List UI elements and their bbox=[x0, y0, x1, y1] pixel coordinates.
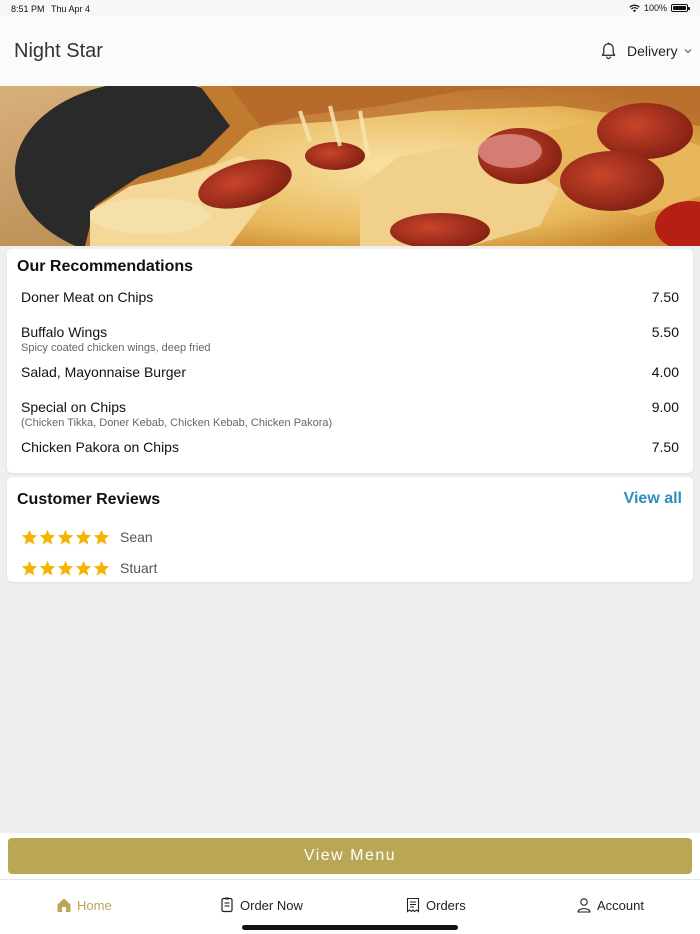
item-price: 7.50 bbox=[651, 439, 679, 455]
reviewer-name: Stuart bbox=[120, 560, 158, 576]
status-time: 8:51 PM bbox=[11, 4, 45, 14]
reviews-title: Customer Reviews bbox=[17, 491, 161, 508]
restaurant-title: Night Star bbox=[14, 40, 103, 62]
star-icon bbox=[93, 529, 110, 545]
hero-pizza-image bbox=[0, 86, 700, 246]
recommendation-item[interactable]: Chicken Pakora on Chips 7.50 bbox=[21, 439, 679, 455]
view-menu-bar: View Menu bbox=[0, 833, 700, 879]
delivery-mode-label: Delivery bbox=[627, 43, 678, 59]
tab-order-now-label: Order Now bbox=[240, 897, 303, 913]
item-name: Doner Meat on Chips bbox=[21, 289, 154, 305]
battery-icon bbox=[671, 4, 690, 12]
status-bar: 8:51 PM Thu Apr 4 100% bbox=[0, 0, 700, 17]
star-icon bbox=[57, 560, 74, 576]
item-price: 4.00 bbox=[651, 364, 679, 380]
star-rating bbox=[21, 560, 110, 576]
star-rating bbox=[21, 529, 110, 545]
tab-orders[interactable]: Orders bbox=[405, 897, 466, 913]
reviewer-name: Sean bbox=[120, 529, 153, 545]
view-menu-button[interactable]: View Menu bbox=[8, 838, 692, 874]
wifi-icon bbox=[629, 4, 640, 12]
tab-orders-label: Orders bbox=[426, 897, 466, 913]
star-icon bbox=[21, 560, 38, 576]
star-icon bbox=[57, 529, 74, 545]
battery-percent: 100% bbox=[643, 3, 667, 13]
recommendations-card: Our Recommendations Doner Meat on Chips … bbox=[7, 249, 693, 473]
status-date: Thu Apr 4 bbox=[51, 4, 91, 14]
item-name: Special on Chips bbox=[21, 399, 127, 415]
bottom-tab-bar: Home Order Now Orders Account bbox=[0, 879, 700, 934]
star-icon bbox=[21, 529, 38, 545]
star-icon bbox=[39, 529, 56, 545]
status-right: 100% bbox=[629, 3, 690, 13]
review-row[interactable]: Stuart bbox=[21, 560, 157, 576]
pizza-illustration bbox=[0, 86, 700, 246]
app-header: Night Star Delivery bbox=[0, 17, 700, 86]
receipt-icon bbox=[406, 897, 420, 913]
star-icon bbox=[75, 529, 92, 545]
star-icon bbox=[39, 560, 56, 576]
bell-icon[interactable] bbox=[600, 42, 617, 60]
item-price: 9.00 bbox=[651, 399, 679, 415]
item-price: 5.50 bbox=[651, 324, 679, 340]
review-row[interactable]: Sean bbox=[21, 529, 153, 545]
tab-account[interactable]: Account bbox=[576, 897, 644, 913]
tab-home-label: Home bbox=[77, 897, 112, 913]
customer-reviews-card: Customer Reviews View all Sean Stuart bbox=[7, 477, 693, 582]
item-name: Buffalo Wings bbox=[21, 324, 108, 340]
recommendation-item[interactable]: Special on Chips (Chicken Tikka, Doner K… bbox=[21, 399, 679, 429]
recommendation-item[interactable]: Salad, Mayonnaise Burger 4.00 bbox=[21, 364, 679, 380]
user-icon bbox=[577, 898, 591, 913]
home-indicator[interactable] bbox=[242, 925, 458, 930]
delivery-mode-select[interactable]: Delivery bbox=[627, 43, 692, 59]
tab-account-label: Account bbox=[597, 897, 644, 913]
view-all-link[interactable]: View all bbox=[624, 490, 682, 508]
star-icon bbox=[93, 560, 110, 576]
tab-order-now[interactable]: Order Now bbox=[219, 897, 303, 913]
item-name: Chicken Pakora on Chips bbox=[21, 439, 179, 455]
recommendations-title: Our Recommendations bbox=[17, 258, 194, 275]
home-icon bbox=[57, 898, 71, 912]
item-description: Spicy coated chicken wings, deep fried bbox=[21, 342, 211, 354]
recommendation-item[interactable]: Doner Meat on Chips 7.50 bbox=[21, 289, 679, 305]
item-description: (Chicken Tikka, Doner Kebab, Chicken Keb… bbox=[21, 417, 333, 429]
chevron-down-icon bbox=[684, 49, 691, 54]
item-name: Salad, Mayonnaise Burger bbox=[21, 364, 186, 380]
order-icon bbox=[221, 897, 233, 913]
star-icon bbox=[75, 560, 92, 576]
item-price: 7.50 bbox=[651, 289, 679, 305]
recommendation-item[interactable]: Buffalo Wings Spicy coated chicken wings… bbox=[21, 324, 679, 354]
tab-home[interactable]: Home bbox=[56, 897, 112, 913]
